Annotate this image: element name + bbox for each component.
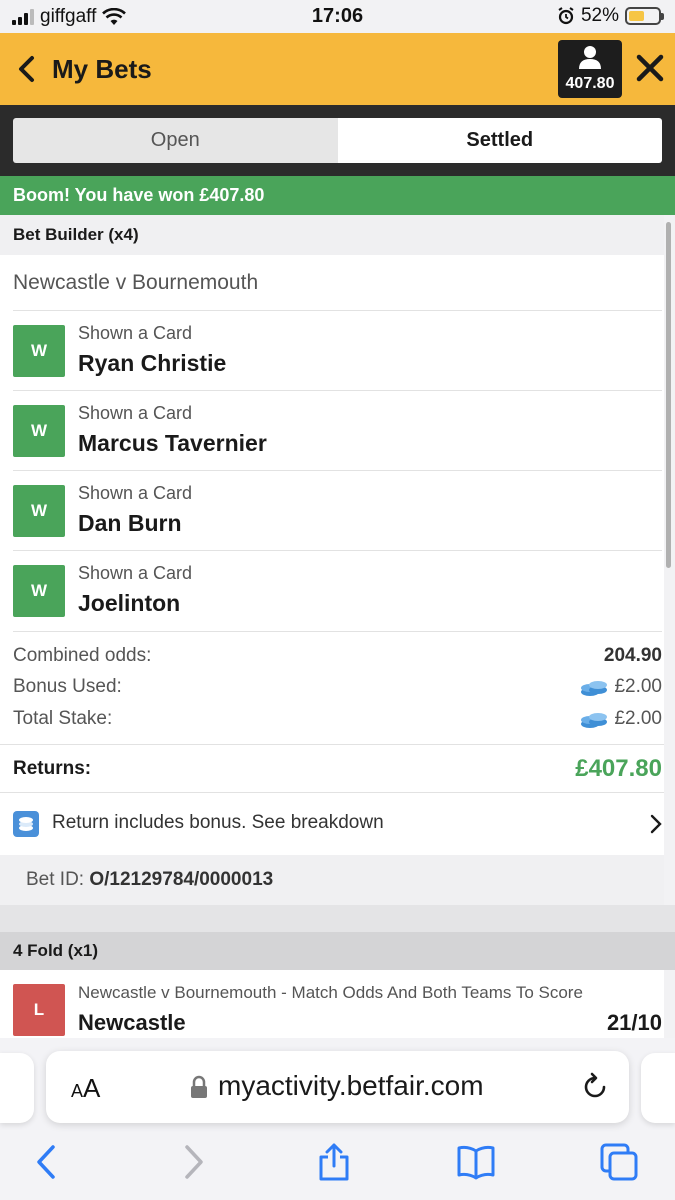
- section-gap: [0, 905, 675, 932]
- bonus-note: Return includes bonus. See breakdown: [52, 812, 384, 833]
- close-icon[interactable]: [634, 52, 666, 84]
- battery-percent: 52%: [580, 5, 619, 26]
- bonus-used-row: Bonus Used: £2.00: [13, 676, 662, 698]
- bet-leg: W Shown a Card Joelinton: [13, 550, 662, 630]
- lock-icon: [191, 1075, 207, 1098]
- bet-leg: W Shown a Card Marcus Tavernier: [13, 390, 662, 470]
- account-balance: 407.80: [565, 75, 615, 92]
- result-badge-win: W: [13, 405, 65, 457]
- address-bar[interactable]: AA myactivity.betfair.com: [46, 1051, 629, 1123]
- chevron-right-icon: [650, 814, 662, 834]
- result-badge-win: W: [13, 565, 65, 617]
- share-icon[interactable]: [314, 1142, 354, 1182]
- leg-selection: Joelinton: [78, 590, 181, 616]
- status-bar: giffgaff 17:06 52%: [0, 0, 675, 33]
- total-stake-row: Total Stake: £2.00: [13, 708, 662, 730]
- bookmarks-icon[interactable]: [456, 1142, 496, 1182]
- result-badge-win: W: [13, 485, 65, 537]
- bet-id-value: O/12129784/0000013: [89, 869, 274, 890]
- text-size-button[interactable]: AA: [71, 1073, 100, 1104]
- battery-icon: [625, 7, 664, 25]
- next-tab-peek[interactable]: [641, 1053, 675, 1123]
- bonus-used-value: £2.00: [614, 676, 662, 697]
- reload-icon[interactable]: [580, 1072, 610, 1102]
- combined-odds-label: Combined odds:: [13, 645, 152, 666]
- prev-tab-peek[interactable]: [0, 1053, 34, 1123]
- app-header: My Bets 407.80: [0, 33, 675, 105]
- leg-market: Shown a Card: [78, 483, 193, 503]
- bet-leg: W Shown a Card Ryan Christie: [13, 310, 662, 390]
- divider: [0, 792, 664, 793]
- bet-card: Newcastle v Bournemouth W Shown a Card R…: [0, 255, 664, 855]
- win-banner: Boom! You have won £407.80: [0, 176, 675, 215]
- tabs-icon[interactable]: [599, 1142, 639, 1182]
- browser-back-icon[interactable]: [27, 1142, 67, 1182]
- returns-label: Returns:: [13, 758, 92, 779]
- total-stake-label: Total Stake:: [13, 708, 113, 729]
- result-badge-win: W: [13, 325, 65, 377]
- leg-selection: Dan Burn: [78, 510, 182, 536]
- fold-market: Newcastle v Bournemouth - Match Odds And…: [78, 983, 583, 1002]
- user-icon: [579, 46, 601, 69]
- bet-type-heading: Bet Builder (x4): [0, 215, 664, 255]
- scrollbar[interactable]: [666, 222, 671, 568]
- combined-odds-row: Combined odds: 204.90: [13, 645, 662, 667]
- result-badge-lose: L: [13, 984, 65, 1036]
- fold-selection: Newcastle: [78, 1010, 186, 1035]
- leg-selection: Marcus Tavernier: [78, 430, 267, 456]
- browser-chrome: AA myactivity.betfair.com: [0, 1038, 675, 1200]
- event-name: Newcastle v Bournemouth: [13, 271, 259, 294]
- divider: [0, 744, 664, 745]
- total-stake-value: £2.00: [614, 708, 662, 729]
- alarm-icon: [558, 7, 574, 25]
- leg-selection: Ryan Christie: [78, 350, 227, 376]
- bets-tab-bar: Open Settled: [0, 105, 675, 176]
- bonus-coins-icon: [13, 811, 39, 837]
- fold-bet-card: L Newcastle v Bournemouth - Match Odds A…: [0, 970, 664, 1038]
- page-title: My Bets: [52, 54, 152, 84]
- divider: [13, 631, 662, 632]
- leg-market: Shown a Card: [78, 403, 193, 423]
- browser-forward-icon[interactable]: [173, 1142, 213, 1182]
- returns-value: £407.80: [575, 755, 662, 782]
- back-chevron-icon[interactable]: [14, 55, 40, 83]
- fold-odds: 21/10: [606, 1010, 662, 1035]
- tab-open[interactable]: Open: [13, 118, 338, 163]
- leg-market: Shown a Card: [78, 323, 193, 343]
- leg-market: Shown a Card: [78, 563, 193, 583]
- url-text: myactivity.betfair.com: [218, 1070, 484, 1101]
- bet-id-label: Bet ID:: [26, 869, 85, 890]
- bet-id: Bet ID: O/12129784/0000013: [0, 855, 664, 905]
- account-button[interactable]: 407.80: [558, 40, 622, 98]
- coins-icon: [581, 713, 608, 728]
- bet-leg: W Shown a Card Dan Burn: [13, 470, 662, 550]
- tab-settled[interactable]: Settled: [337, 118, 662, 163]
- combined-odds-value: 204.90: [603, 645, 662, 666]
- fold-heading: 4 Fold (x1): [0, 932, 675, 970]
- coins-icon: [581, 681, 608, 696]
- status-right: 52%: [557, 5, 664, 27]
- bonus-used-label: Bonus Used:: [13, 676, 122, 697]
